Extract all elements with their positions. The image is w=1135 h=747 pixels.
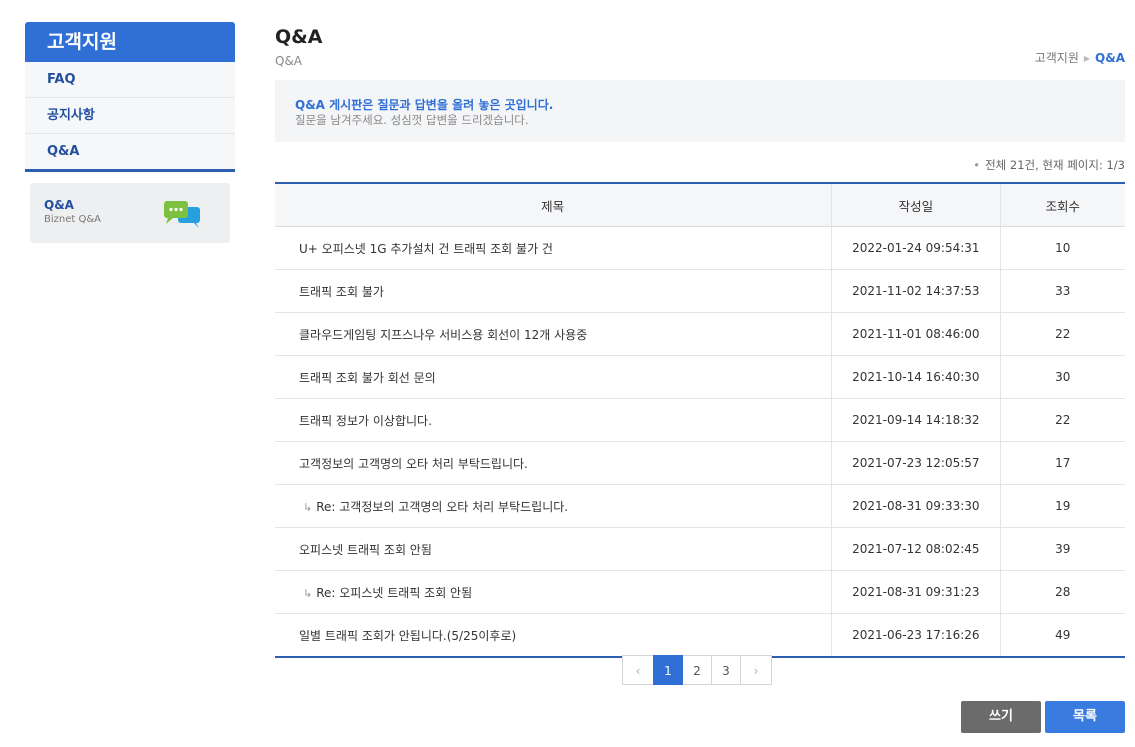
table-row: 일별 트래픽 조회가 안됩니다.(5/25이후로) 2021-06-23 17:… — [275, 613, 1125, 658]
row-date: 2021-08-31 09:33:30 — [831, 484, 1000, 528]
row-date: 2021-08-31 09:31:23 — [831, 570, 1000, 614]
post-title-link[interactable]: 오피스넷 트래픽 조회 안됨 — [299, 543, 432, 557]
description-line-1: Q&A 게시판은 질문과 답변을 올려 놓은 곳입니다. — [295, 98, 554, 112]
post-title-link[interactable]: Re: 고객정보의 고객명의 오타 처리 부탁드립니다. — [316, 500, 568, 514]
post-title-link[interactable]: Re: 오피스넷 트래픽 조회 안됨 — [316, 586, 472, 600]
row-date: 2021-11-02 14:37:53 — [831, 269, 1000, 313]
table-row: ↳ Re: 오피스넷 트래픽 조회 안됨 2021-08-31 09:31:23 … — [275, 570, 1125, 614]
breadcrumb: 고객지원 ▶ Q&A — [1035, 49, 1125, 66]
sidebar: 고객지원 FAQ 공지사항 Q&A Q&A Biznet Q&A — [25, 22, 235, 243]
column-header-title: 제목 — [275, 183, 832, 227]
post-title-link[interactable]: 일별 트래픽 조회가 안됩니다.(5/25이후로) — [299, 629, 516, 643]
prev-page-chevron-icon[interactable]: ‹ — [622, 655, 654, 685]
table-row: U+ 오피스넷 1G 추가설치 건 트래픽 조회 불가 건 2022-01-24… — [275, 226, 1125, 270]
list-button[interactable]: 목록 — [1045, 701, 1125, 733]
qna-table: 제목 작성일 조회수 U+ 오피스넷 1G 추가설치 건 트래픽 조회 불가 건… — [275, 182, 1125, 658]
sidebar-item-qna[interactable]: Q&A — [25, 134, 235, 169]
board-description: Q&A 게시판은 질문과 답변을 올려 놓은 곳입니다. 질문을 남겨주세요. … — [275, 80, 1125, 142]
chat-bubbles-icon — [164, 201, 200, 228]
post-title-link[interactable]: 트래픽 정보가 이상합니다. — [299, 414, 432, 428]
row-title-cell: 고객정보의 고객명의 오타 처리 부탁드립니다. — [275, 441, 832, 485]
row-hits: 30 — [999, 355, 1125, 399]
post-count-text: 전체 21건, 현재 페이지: 1/3 — [985, 158, 1125, 172]
reply-arrow-icon: ↳ — [303, 586, 313, 600]
row-date: 2022-01-24 09:54:31 — [831, 226, 1000, 270]
pagination: ‹ 1 2 3 › — [622, 655, 772, 685]
row-title-cell: 트래픽 조회 불가 — [275, 269, 832, 313]
table-row: ↳ Re: 고객정보의 고객명의 오타 처리 부탁드립니다. 2021-08-31… — [275, 484, 1125, 528]
breadcrumb-current[interactable]: Q&A — [1095, 51, 1125, 65]
banner-title: Q&A — [44, 198, 74, 212]
row-hits: 22 — [999, 398, 1125, 442]
sidebar-item-notice[interactable]: 공지사항 — [25, 98, 235, 134]
column-header-hits: 조회수 — [999, 183, 1125, 227]
page-subtitle: Q&A — [275, 54, 303, 68]
row-hits: 10 — [999, 226, 1125, 270]
row-date: 2021-11-01 08:46:00 — [831, 312, 1000, 356]
row-title-cell: ↳ Re: 고객정보의 고객명의 오타 처리 부탁드립니다. — [275, 484, 832, 528]
row-date: 2021-07-23 12:05:57 — [831, 441, 1000, 485]
table-row: 트래픽 조회 불가 회선 문의 2021-10-14 16:40:30 30 — [275, 355, 1125, 399]
post-count: • 전체 21건, 현재 페이지: 1/3 — [973, 157, 1125, 173]
row-date: 2021-07-12 08:02:45 — [831, 527, 1000, 571]
qna-banner-card[interactable]: Q&A Biznet Q&A — [30, 183, 230, 243]
post-title-link[interactable]: 고객정보의 고객명의 오타 처리 부탁드립니다. — [299, 457, 528, 471]
row-hits: 19 — [999, 484, 1125, 528]
row-title-cell: 트래픽 정보가 이상합니다. — [275, 398, 832, 442]
table-row: 트래픽 조회 불가 2021-11-02 14:37:53 33 — [275, 269, 1125, 313]
row-title-cell: ↳ Re: 오피스넷 트래픽 조회 안됨 — [275, 570, 832, 614]
table-row: 오피스넷 트래픽 조회 안됨 2021-07-12 08:02:45 39 — [275, 527, 1125, 571]
next-page-chevron-icon[interactable]: › — [740, 655, 772, 685]
table-row: 트래픽 정보가 이상합니다. 2021-09-14 14:18:32 22 — [275, 398, 1125, 442]
post-title-link[interactable]: 트래픽 조회 불가 — [299, 285, 384, 299]
breadcrumb-separator-icon: ▶ — [1083, 54, 1091, 63]
post-title-link[interactable]: 트래픽 조회 불가 회선 문의 — [299, 371, 436, 385]
page-1-button[interactable]: 1 — [653, 655, 683, 685]
page-title: Q&A — [275, 26, 323, 48]
row-hits: 22 — [999, 312, 1125, 356]
table-row: 고객정보의 고객명의 오타 처리 부탁드립니다. 2021-07-23 12:0… — [275, 441, 1125, 485]
write-button[interactable]: 쓰기 — [961, 701, 1041, 733]
row-hits: 33 — [999, 269, 1125, 313]
row-hits: 28 — [999, 570, 1125, 614]
row-title-cell: U+ 오피스넷 1G 추가설치 건 트래픽 조회 불가 건 — [275, 226, 832, 270]
sidebar-item-faq[interactable]: FAQ — [25, 62, 235, 98]
row-title-cell: 오피스넷 트래픽 조회 안됨 — [275, 527, 832, 571]
row-hits: 39 — [999, 527, 1125, 571]
page-2-button[interactable]: 2 — [682, 655, 712, 685]
banner-subtitle: Biznet Q&A — [44, 214, 101, 225]
row-date: 2021-09-14 14:18:32 — [831, 398, 1000, 442]
sidebar-title: 고객지원 — [25, 22, 235, 62]
row-hits: 17 — [999, 441, 1125, 485]
row-date: 2021-06-23 17:16:26 — [831, 613, 1000, 657]
row-title-cell: 트래픽 조회 불가 회선 문의 — [275, 355, 832, 399]
row-title-cell: 일별 트래픽 조회가 안됩니다.(5/25이후로) — [275, 614, 832, 658]
page-3-button[interactable]: 3 — [711, 655, 741, 685]
table-row: 클라우드게임팅 지프스나우 서비스용 회선이 12개 사용중 2021-11-0… — [275, 312, 1125, 356]
post-title-link[interactable]: U+ 오피스넷 1G 추가설치 건 트래픽 조회 불가 건 — [299, 242, 553, 256]
reply-arrow-icon: ↳ — [303, 500, 313, 514]
row-title-cell: 클라우드게임팅 지프스나우 서비스용 회선이 12개 사용중 — [275, 312, 832, 356]
row-hits: 49 — [999, 613, 1125, 657]
sidebar-menu: FAQ 공지사항 Q&A — [25, 62, 235, 172]
row-date: 2021-10-14 16:40:30 — [831, 355, 1000, 399]
post-title-link[interactable]: 클라우드게임팅 지프스나우 서비스용 회선이 12개 사용중 — [299, 328, 587, 342]
breadcrumb-home[interactable]: 고객지원 — [1035, 51, 1079, 65]
description-line-2: 질문을 남겨주세요. 성심껏 답변을 드리겠습니다. — [295, 113, 529, 127]
column-header-date: 작성일 — [831, 183, 1000, 227]
table-header-row: 제목 작성일 조회수 — [275, 183, 1125, 227]
bullet-icon: • — [973, 158, 981, 172]
